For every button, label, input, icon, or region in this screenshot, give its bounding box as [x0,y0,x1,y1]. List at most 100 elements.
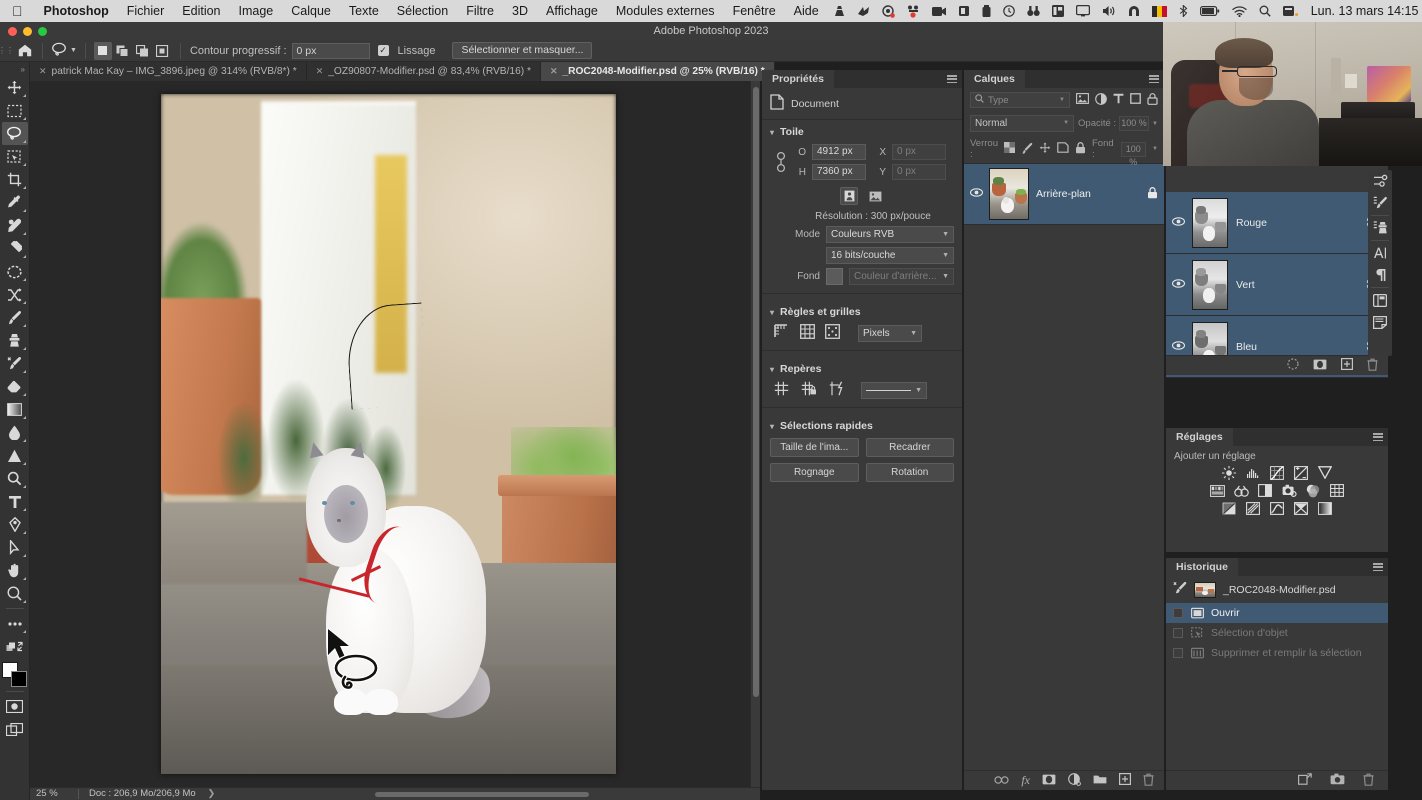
display-icon[interactable] [1070,5,1096,17]
binoculars-icon[interactable] [1021,5,1046,17]
delete-state-icon[interactable] [1363,773,1374,789]
canvas-mode-select[interactable]: Couleurs RVB ▼ [826,226,954,243]
eye-icon[interactable] [1171,278,1186,291]
panel-menu-icon[interactable] [1373,433,1383,441]
canvas-y-input[interactable]: 0 px [892,164,946,180]
active-tool-preset[interactable]: ▼ [47,42,81,60]
screen-mode-button[interactable] [2,718,28,741]
lock-image-icon[interactable] [1021,142,1033,157]
arc-icon[interactable] [1122,5,1146,17]
guides-style-select[interactable]: ▼ [861,381,927,399]
chevron-right-icon[interactable]: ❯ [196,788,216,799]
document-tab-0[interactable]: ✕ patrick Mac Kay – IMG_3896.jpeg @ 314%… [30,62,307,81]
feather-input[interactable]: 0 px [291,42,370,59]
split-view-icon[interactable] [1046,5,1070,17]
portrait-orientation-icon[interactable] [840,187,858,205]
eyedropper-tool[interactable] [2,191,28,214]
add-to-selection-icon[interactable] [114,42,132,60]
document-tab-2[interactable]: ✕ _ROC2048-Modifier.psd @ 25% (RVB/16) * [540,62,775,81]
history-state-selection-objet[interactable]: Sélection d'objet [1166,623,1388,643]
patch-tool[interactable] [2,237,28,260]
history-brush-tool[interactable] [2,352,28,375]
guides-show-icon[interactable] [774,381,789,399]
menu-app-name[interactable]: Photoshop [35,4,118,18]
zoom-tool[interactable] [2,582,28,605]
quick-action-trim[interactable]: Rognage [770,463,859,482]
levels-icon[interactable] [1246,465,1261,480]
gradient-tool[interactable] [2,398,28,421]
character-panel-icon[interactable] [1369,242,1391,264]
new-group-icon[interactable] [1093,774,1107,788]
tab-reglages[interactable]: Réglages [1166,428,1233,446]
type-tool[interactable] [2,490,28,513]
blend-mode-select[interactable]: Normal ▼ [970,115,1075,132]
chevron-down-icon[interactable]: ▾ [770,308,774,317]
menu-selection[interactable]: Sélection [388,4,457,18]
options-grip-icon[interactable]: ⋮⋮ [0,40,14,61]
type-filter-icon[interactable] [1113,93,1124,107]
new-selection-icon[interactable] [93,41,112,60]
opacity-control[interactable]: Opacité : 100 % ▼ [1078,116,1158,131]
lock-icon[interactable] [1147,186,1158,202]
black-white-icon[interactable] [1258,483,1273,498]
menu-image[interactable]: Image [230,4,283,18]
intersect-selection-icon[interactable] [154,42,172,60]
more-tools-button[interactable] [2,612,28,635]
canvas-depth-select[interactable]: 16 bits/couche ▼ [826,247,954,264]
menu-clock[interactable]: Lun. 13 mars 14:15 [1305,4,1422,18]
load-selection-icon[interactable] [1287,358,1299,373]
select-and-mask-button[interactable]: Sélectionner et masquer... [452,42,593,59]
exposure-icon[interactable] [1294,465,1309,480]
delete-channel-icon[interactable] [1367,358,1378,374]
eye-icon[interactable] [969,188,984,200]
eye-icon[interactable] [1171,340,1186,353]
brush-tool[interactable] [2,306,28,329]
fx-icon[interactable]: fx [1021,773,1030,788]
background-color-swatch[interactable] [10,671,27,687]
threshold-icon[interactable] [1270,501,1285,516]
history-snapshot-thumbnail[interactable] [1194,581,1216,598]
lock-artboard-icon[interactable] [1057,142,1069,156]
menu-fenetre[interactable]: Fenêtre [724,4,785,18]
close-icon[interactable]: ✕ [550,66,558,77]
screen-record-icon[interactable] [926,6,952,17]
clone-source-icon[interactable] [1369,217,1391,239]
search-icon[interactable] [1253,5,1277,17]
new-document-from-state-icon[interactable] [1298,773,1312,788]
layer-filter-input[interactable]: Type ▼ [970,92,1070,108]
antialias-checkbox[interactable]: ✓ [377,45,389,56]
chevron-down-icon[interactable]: ▼ [1152,146,1158,152]
history-state-supprimer-remplir[interactable]: Supprimer et remplir la sélection [1166,643,1388,663]
section-regles-et-grilles[interactable]: ▾ Règles et grilles [762,300,962,322]
quick-mask-button[interactable] [2,695,28,718]
volume-icon[interactable] [1096,5,1122,17]
object-selection-tool[interactable] [2,145,28,168]
edit-toolbar-button[interactable] [2,635,28,658]
link-layers-icon[interactable] [994,775,1009,787]
history-source-checkbox[interactable] [1173,648,1183,658]
history-source-checkbox[interactable] [1173,628,1183,638]
history-source-checkbox[interactable] [1173,608,1183,618]
curves-icon[interactable] [1270,465,1285,480]
burn-tool[interactable] [2,467,28,490]
menu-3d[interactable]: 3D [503,4,537,18]
menu-fichier[interactable]: Fichier [118,4,174,18]
channel-mixer-icon[interactable] [1306,483,1321,498]
eraser-tool[interactable] [2,375,28,398]
color-swatches[interactable] [1,662,28,688]
canvas-width-input[interactable]: 4912 px [812,144,866,160]
home-icon[interactable] [12,44,38,57]
invert-icon[interactable] [1222,501,1237,516]
close-icon[interactable]: ✕ [316,66,324,77]
paragraph-panel-icon[interactable] [1369,264,1391,286]
section-selections-rapides[interactable]: ▾ Sélections rapides [762,414,962,436]
move-tool[interactable] [2,76,28,99]
history-brush-icon[interactable] [1173,581,1187,598]
chevron-down-icon[interactable]: ▼ [70,47,77,54]
crop-tool[interactable] [2,168,28,191]
grid-icon[interactable] [800,324,815,342]
shuffle-tool[interactable] [2,283,28,306]
rulers-units-select[interactable]: Pixels ▼ [858,324,922,342]
canvas-x-input[interactable]: 0 px [892,144,946,160]
history-snapshot-row[interactable]: _ROC2048-Modifier.psd [1166,576,1388,603]
